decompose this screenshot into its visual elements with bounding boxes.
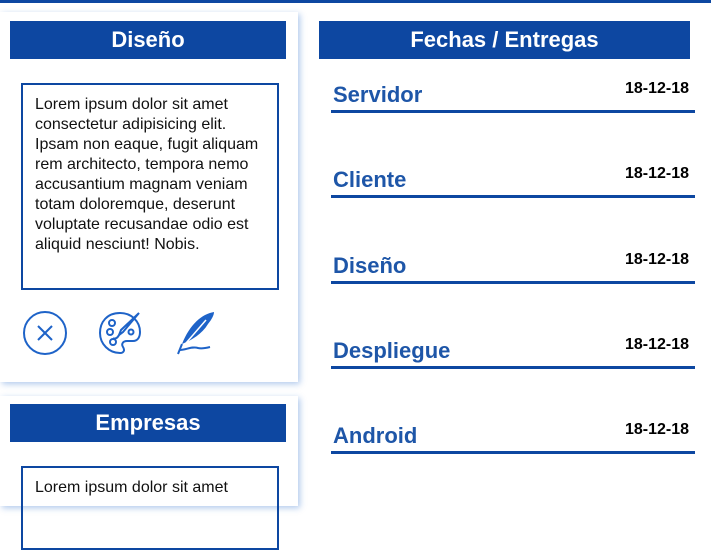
deadline-date: 18-12-18 xyxy=(624,80,689,97)
card-diseno: Diseño Lorem ipsum dolor sit amet consec… xyxy=(0,12,298,382)
deadline-item[interactable]: Android 18-12-18 xyxy=(331,421,695,454)
deadline-item[interactable]: Despliegue 18-12-18 xyxy=(331,336,695,369)
card-description: Lorem ipsum dolor sit amet xyxy=(21,466,279,550)
close-circle-icon[interactable] xyxy=(22,310,68,356)
card-empresas: Empresas Lorem ipsum dolor sit amet xyxy=(0,396,298,550)
deadline-name: Diseño xyxy=(333,253,407,278)
deadlines-title: Fechas / Entregas xyxy=(319,21,690,59)
deadline-name: Servidor xyxy=(333,82,423,107)
deadlines-panel: Fechas / Entregas Servidor 18-12-18 Clie… xyxy=(319,21,699,454)
card-title: Diseño xyxy=(10,21,286,59)
feather-quill-icon[interactable] xyxy=(172,310,218,356)
deadline-name: Android xyxy=(333,423,418,448)
top-rule xyxy=(0,0,711,3)
deadline-date: 18-12-18 xyxy=(624,421,689,438)
palette-icon[interactable] xyxy=(97,310,143,356)
deadline-date: 18-12-18 xyxy=(624,336,689,353)
deadline-date: 18-12-18 xyxy=(624,165,689,182)
card-description: Lorem ipsum dolor sit amet consectetur a… xyxy=(21,83,279,290)
deadline-item[interactable]: Cliente 18-12-18 xyxy=(331,165,695,198)
deadline-date: 18-12-18 xyxy=(624,251,689,268)
deadline-name: Despliegue xyxy=(333,338,451,363)
deadline-item[interactable]: Diseño 18-12-18 xyxy=(331,251,695,284)
card-actions xyxy=(22,310,218,356)
deadline-item[interactable]: Servidor 18-12-18 xyxy=(331,80,695,113)
deadline-name: Cliente xyxy=(333,167,407,192)
card-title: Empresas xyxy=(10,404,286,442)
